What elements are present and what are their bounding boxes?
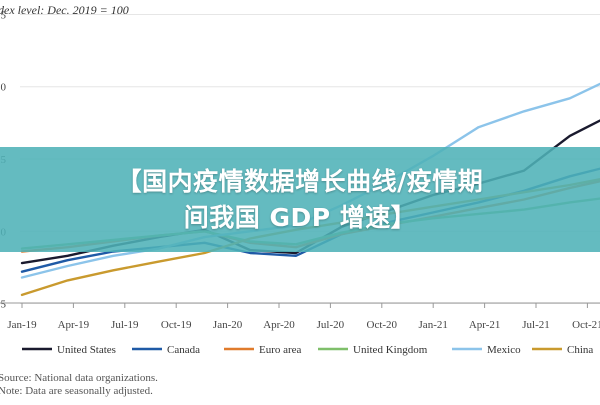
legend-label: Mexico bbox=[487, 344, 521, 356]
banner-title-line-2: 间我国 GDP 增速】 bbox=[183, 202, 417, 232]
y-tick-label: 115 bbox=[0, 9, 6, 21]
x-tick-label: Jul-19 bbox=[111, 319, 139, 331]
x-tick-label: Oct-20 bbox=[367, 319, 398, 331]
seasonal-note: Note: Data are seasonally adjusted. bbox=[0, 385, 153, 397]
legend-label: United States bbox=[57, 344, 116, 356]
legend-label: United Kingdom bbox=[353, 344, 428, 356]
x-axis-ticks: Jan-19 Apr-19 Jul-19 Oct-19 Jan-20 Apr-20 Jul-… bbox=[7, 303, 600, 331]
y-tick-label: 110 bbox=[0, 82, 6, 94]
x-tick-label: Apr-20 bbox=[263, 319, 295, 331]
legend-label: China bbox=[567, 344, 593, 356]
x-tick-label: Oct-21 bbox=[572, 319, 600, 331]
x-tick-label: Apr-21 bbox=[469, 319, 501, 331]
x-tick-label: Apr-19 bbox=[58, 319, 90, 331]
source-note: Source: National data organizations. bbox=[0, 372, 158, 384]
x-tick-label: Oct-19 bbox=[161, 319, 192, 331]
legend-label: Canada bbox=[167, 344, 200, 356]
title-banner: 【国内疫情数据增长曲线/疫情期 间我国 GDP 增速】 bbox=[0, 147, 600, 252]
x-tick-label: Jan-21 bbox=[419, 319, 448, 331]
x-tick-label: Jul-20 bbox=[317, 319, 345, 331]
x-tick-label: Jan-19 bbox=[7, 319, 37, 331]
y-tick-label: 95 bbox=[0, 299, 7, 311]
x-tick-label: Jul-21 bbox=[522, 319, 550, 331]
legend: United States Canada Euro area United Kingd… bbox=[22, 344, 593, 356]
x-tick-label: Jan-20 bbox=[213, 319, 243, 331]
banner-title-line-1: 【国内疫情数据增长曲线/疫情期 bbox=[116, 166, 484, 196]
legend-label: Euro area bbox=[259, 344, 302, 356]
